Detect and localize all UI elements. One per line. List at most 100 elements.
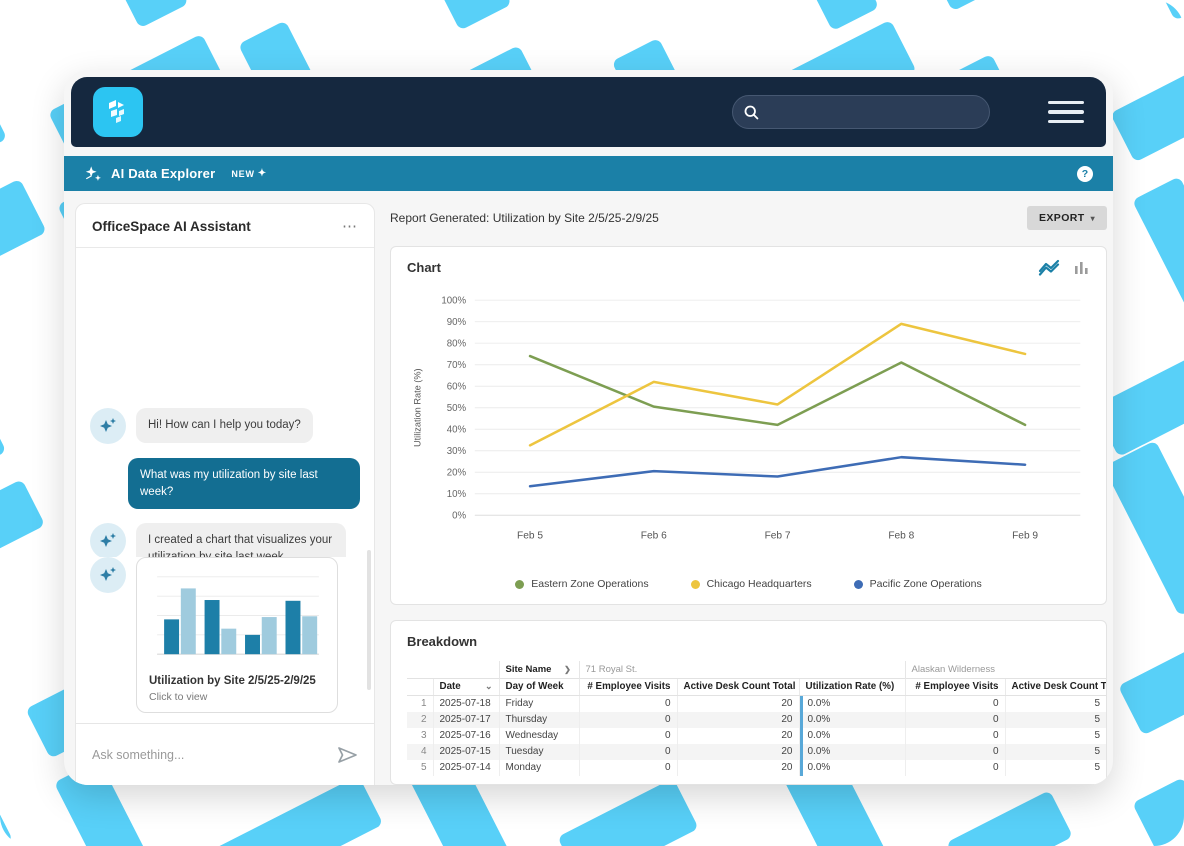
svg-text:100%: 100%	[441, 295, 466, 306]
svg-text:0%: 0%	[452, 511, 466, 522]
column-header	[407, 677, 433, 696]
legend-dot	[853, 579, 863, 589]
svg-text:70%: 70%	[447, 360, 467, 371]
legend-item: Eastern Zone Operations	[515, 578, 649, 590]
column-header: # Employee Visits	[904, 677, 1006, 696]
search-icon	[744, 105, 759, 119]
table-row[interactable]: 1 2025-07-18 Friday 0 20 0.0% 0 5	[407, 695, 1106, 712]
site-name-expander[interactable]: Site Name ❯	[498, 661, 579, 678]
chat-scrollbar[interactable]	[367, 550, 371, 690]
table-cell: 20	[676, 759, 799, 776]
column-header: Utilization Rate (%)	[798, 677, 906, 696]
bar-chart-toggle-icon[interactable]	[1074, 260, 1090, 275]
sparkle-avatar-icon	[100, 418, 116, 432]
table-row[interactable]: 2 2025-07-17 Thursday 0 20 0.0% 0 5	[407, 711, 1106, 728]
sparkle-avatar-icon	[100, 567, 116, 581]
sparkles-icon	[85, 165, 101, 181]
chart-card-subtitle: Click to view	[149, 691, 208, 703]
table-cell: 2025-07-15	[432, 743, 499, 760]
app-window: AI Data Explorer NEW ✦ ? OfficeSpace AI …	[64, 70, 1113, 785]
chart-panel-title: Chart	[407, 260, 441, 275]
column-header: Active Desk Count Total	[1004, 677, 1106, 696]
table-cell: Wednesday	[498, 727, 579, 744]
table-cell: 0.0%	[798, 743, 906, 760]
report-area: Report Generated: Utilization by Site 2/…	[390, 203, 1107, 785]
table-cell: 20	[676, 711, 799, 728]
column-header[interactable]: Date ⌄	[432, 677, 499, 696]
site-group-row: Site Name ❯ 71 Royal St. Alaskan Wildern…	[407, 661, 1106, 678]
table-cell: 2025-07-14	[432, 759, 499, 776]
chat-message: What was my utilization by site last wee…	[90, 458, 360, 510]
breakdown-title: Breakdown	[407, 634, 478, 649]
table-cell: 0	[578, 695, 677, 712]
chat-input[interactable]	[92, 747, 336, 762]
chat-messages: Hi! How can I help you today? What was my…	[76, 248, 374, 557]
utilization-accent-bar	[800, 759, 803, 776]
table-cell: Thursday	[498, 711, 579, 728]
top-navigation-bar	[71, 77, 1106, 147]
legend-dot	[690, 579, 700, 589]
utilization-accent-bar	[800, 711, 803, 728]
svg-text:10%: 10%	[447, 489, 467, 500]
chart-legend: Eastern Zone Operations Chicago Headquart…	[407, 576, 1090, 596]
svg-text:Feb 8: Feb 8	[888, 531, 914, 542]
table-cell: 2	[420, 714, 427, 725]
search-input[interactable]	[760, 105, 960, 119]
help-icon[interactable]: ?	[1077, 165, 1093, 182]
column-header: Active Desk Count Total	[676, 677, 799, 696]
table-cell: Friday	[498, 695, 579, 712]
table-cell: 3	[420, 730, 427, 741]
new-badge: NEW ✦	[231, 168, 267, 179]
utilization-accent-bar	[800, 743, 803, 760]
table-row[interactable]: 5 2025-07-14 Monday 0 20 0.0% 0 5	[407, 759, 1106, 776]
table-cell: 0	[578, 711, 677, 728]
svg-text:90%: 90%	[447, 317, 467, 328]
sort-caret-icon: ⌄	[484, 681, 493, 691]
table-cell: 20	[676, 695, 799, 712]
table-cell: 0	[578, 743, 677, 760]
table-cell: 5	[1004, 695, 1106, 712]
chat-header: OfficeSpace AI Assistant ⋯	[76, 204, 374, 248]
line-chart-toggle-icon[interactable]	[1038, 259, 1060, 276]
chat-title: OfficeSpace AI Assistant	[92, 219, 251, 234]
table-cell: 0	[904, 695, 1006, 712]
svg-text:Utilization Rate (%): Utilization Rate (%)	[413, 368, 423, 447]
table-cell: 2025-07-18	[432, 695, 499, 712]
table-row[interactable]: 4 2025-07-15 Tuesday 0 20 0.0% 0 5	[407, 743, 1106, 760]
legend-item: Pacific Zone Operations	[853, 578, 982, 590]
ellipsis-menu-icon[interactable]: ⋯	[342, 219, 358, 234]
table-cell: 0.0%	[798, 695, 906, 712]
user-message-bubble: What was my utilization by site last wee…	[128, 458, 360, 510]
chat-message: I created a chart that visualizes your u…	[90, 523, 360, 557]
chart-card-title: Utilization by Site 2/5/25-2/9/25	[149, 675, 316, 687]
new-sparkle-icon: ✦	[257, 168, 267, 179]
ai-data-explorer-bar: AI Data Explorer NEW ✦ ?	[64, 156, 1113, 191]
table-header-row: Date ⌄ Day of Week # Employee Visits Active …	[407, 677, 1106, 696]
send-icon[interactable]	[336, 746, 358, 764]
table-cell: 0	[904, 727, 1006, 744]
chat-message: Hi! How can I help you today?	[90, 408, 360, 444]
officespace-logo[interactable]	[93, 87, 143, 137]
breakdown-panel: Breakdown Site Name ❯ 71 Royal St. Alask…	[390, 620, 1107, 785]
assistant-avatar	[90, 557, 126, 593]
explorer-title: AI Data Explorer	[111, 166, 216, 181]
table-cell: 0.0%	[798, 711, 906, 728]
export-button[interactable]: EXPORT ▾	[1027, 206, 1107, 230]
table-cell: 0	[578, 759, 677, 776]
table-cell: 4	[420, 746, 427, 757]
global-search[interactable]	[732, 95, 990, 129]
hamburger-menu-icon[interactable]	[1048, 100, 1084, 124]
table-cell: 0	[904, 711, 1006, 728]
svg-text:30%: 30%	[447, 446, 467, 457]
table-cell: 0	[578, 727, 677, 744]
chart-panel: Chart 0% 10% 20% 30% 40% 50% 60% 70% 80%…	[390, 246, 1107, 605]
table-row[interactable]: 3 2025-07-16 Wednesday 0 20 0.0% 0 5	[407, 727, 1106, 744]
table-cell: 5	[1004, 711, 1106, 728]
table-cell: 5	[420, 762, 427, 773]
chart-preview-card[interactable]: Utilization by Site 2/5/25-2/9/25 Click …	[136, 557, 338, 713]
site-group-2: Alaskan Wilderness	[904, 661, 1106, 678]
mini-bar-chart	[157, 576, 319, 655]
table-cell: 5	[1004, 727, 1106, 744]
svg-text:60%: 60%	[447, 382, 467, 393]
table-cell: 0.0%	[798, 727, 906, 744]
